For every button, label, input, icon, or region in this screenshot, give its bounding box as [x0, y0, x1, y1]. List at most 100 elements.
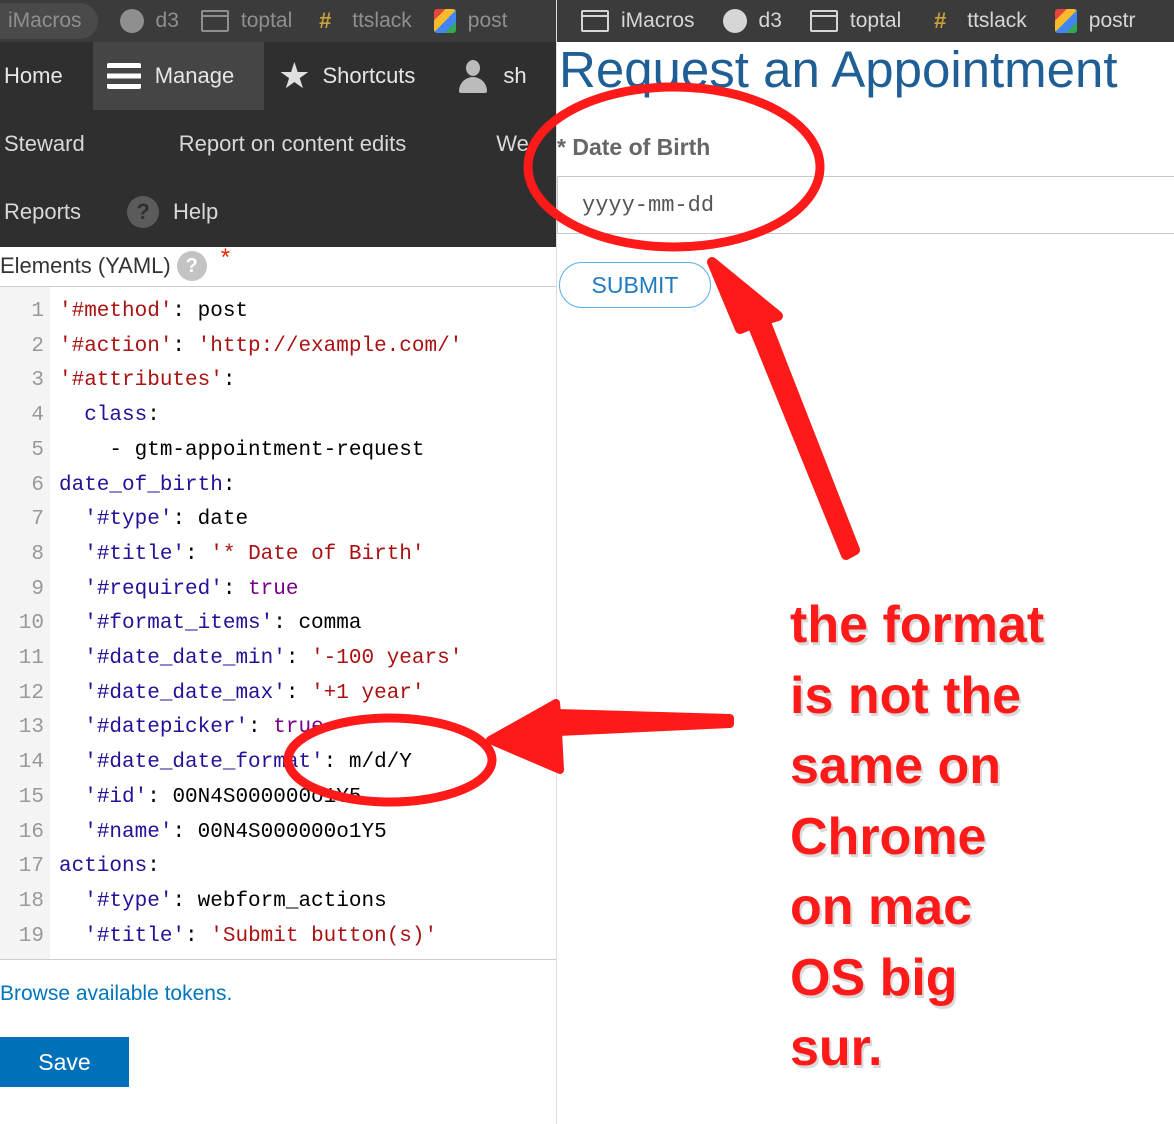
line-number: 1	[31, 300, 44, 323]
line-number: 6	[31, 473, 44, 497]
code-text: - gtm-appointment-request	[59, 434, 424, 469]
bookmark-d3[interactable]: d3	[722, 0, 782, 42]
code-token: :	[222, 473, 236, 497]
github-icon	[722, 9, 747, 33]
shortcut-report-edits[interactable]: Report on content edits	[179, 110, 496, 178]
code-line: 9 '#required': true	[0, 573, 556, 608]
github-icon	[119, 9, 144, 33]
bookmark-imacros[interactable]: iMacros	[581, 0, 695, 42]
bookmark-d3[interactable]: d3	[119, 0, 179, 42]
code-text: '#required': true	[59, 573, 298, 608]
bookmark-label: toptal	[240, 9, 293, 32]
code-token: '#required'	[84, 577, 223, 601]
bookmark-toptal[interactable]: toptal	[809, 0, 902, 42]
hash-icon: #	[319, 8, 332, 33]
code-line: 18 '#type': webform_actions	[0, 885, 556, 920]
browse-tokens-link[interactable]: Browse available tokens.	[0, 982, 232, 1006]
line-number: 10	[18, 612, 44, 636]
code-line: 10 '#format_items': comma	[0, 607, 556, 642]
line-number: 5	[31, 438, 44, 462]
code-token: :	[222, 577, 249, 601]
code-token: '#format_items'	[84, 612, 274, 636]
bookmark-label: d3	[758, 9, 782, 32]
code-token: true	[248, 577, 299, 601]
code-token: '#action'	[59, 334, 173, 358]
yaml-code-editor[interactable]: 1 '#method': post 2 '#action': 'http://exam…	[0, 286, 556, 960]
code-text: '#title': 'Submit button(s)'	[59, 920, 437, 955]
code-text: '#id': 00N4S000000o1Y5	[59, 781, 361, 816]
folder-icon	[809, 10, 838, 32]
code-line: 4 class:	[0, 399, 556, 434]
line-number: 19	[18, 924, 44, 948]
code-token: :	[248, 716, 274, 740]
line-number: 11	[18, 647, 44, 670]
code-token: date_of_birth	[59, 473, 223, 497]
code-token: '#date_date_max'	[84, 681, 286, 705]
code-text: '#name': 00N4S000000o1Y5	[59, 816, 387, 851]
toolbar-help[interactable]: ? Help	[127, 178, 234, 246]
bookmark-label: ttslack	[967, 9, 1027, 32]
toolbar-manage[interactable]: Manage	[92, 42, 265, 110]
code-text: '#type': date	[59, 503, 248, 538]
bookmark-ttslack[interactable]: # ttslack	[314, 0, 412, 42]
shortcut-we[interactable]: We	[496, 110, 545, 178]
code-token: '-100 years'	[311, 647, 463, 670]
code-text: '#date_date_format': m/d/Y	[59, 746, 412, 781]
bookmark-imacros[interactable]: iMacros	[0, 3, 98, 39]
submit-button[interactable]: SUBMIT	[559, 262, 711, 308]
code-token: : 00N4S000000o1Y5	[172, 820, 387, 844]
folder-icon	[200, 10, 229, 32]
date-of-birth-input[interactable]	[557, 176, 1174, 234]
bookmark-label: toptal	[849, 9, 902, 32]
toolbar-shortcuts[interactable]: ★ Shortcuts	[264, 42, 459, 110]
star-icon: ★	[278, 55, 311, 96]
code-token: :	[147, 855, 160, 879]
bookmark-postr[interactable]: postr	[1054, 0, 1135, 42]
code-text: actions:	[59, 850, 160, 885]
postman-icon	[1054, 9, 1077, 33]
save-button[interactable]: Save	[0, 1037, 129, 1087]
help-icon: ?	[127, 196, 160, 228]
line-number: 15	[18, 785, 44, 809]
code-token: : comma	[273, 612, 362, 636]
code-token: :	[222, 369, 236, 393]
code-token: : 00N4S000000o1Y5	[147, 785, 362, 809]
code-line: 3 '#attributes':	[0, 364, 556, 399]
toolbar-row-main: Home Manage ★ Shortcuts sh	[0, 42, 543, 110]
bookmark-ttslack[interactable]: # ttslack	[929, 0, 1027, 42]
bookmark-post[interactable]: post	[433, 0, 507, 42]
bookmark-label: ttslack	[352, 9, 412, 32]
toolbar-home[interactable]: Home	[0, 42, 93, 110]
toolbar-user[interactable]: sh	[459, 42, 542, 110]
code-line: 13 '#datepicker': true	[0, 711, 556, 746]
bookmark-label: iMacros	[621, 9, 695, 32]
line-number: 4	[31, 404, 44, 428]
code-text: '#date_date_min': '-100 years'	[59, 642, 462, 677]
shortcut-steward[interactable]: Steward	[0, 110, 179, 178]
bookmark-toptal[interactable]: toptal	[200, 0, 293, 42]
info-icon[interactable]: ?	[176, 251, 207, 281]
code-line: 12 '#date_date_max': '+1 year'	[0, 677, 556, 712]
note-line: same on	[790, 737, 1001, 795]
line-number: 12	[18, 681, 44, 705]
postman-icon	[433, 9, 456, 33]
line-number: 8	[31, 542, 44, 566]
code-token: '#name'	[84, 820, 173, 844]
user-icon	[459, 58, 488, 94]
code-token: :	[185, 924, 211, 948]
code-line: 14 '#date_date_format': m/d/Y	[0, 746, 556, 781]
line-number: 17	[18, 855, 44, 879]
code-token: :	[285, 647, 312, 670]
toolbar-reports[interactable]: Reports	[0, 178, 127, 246]
code-token: :	[285, 681, 312, 705]
folder-icon	[581, 10, 609, 32]
